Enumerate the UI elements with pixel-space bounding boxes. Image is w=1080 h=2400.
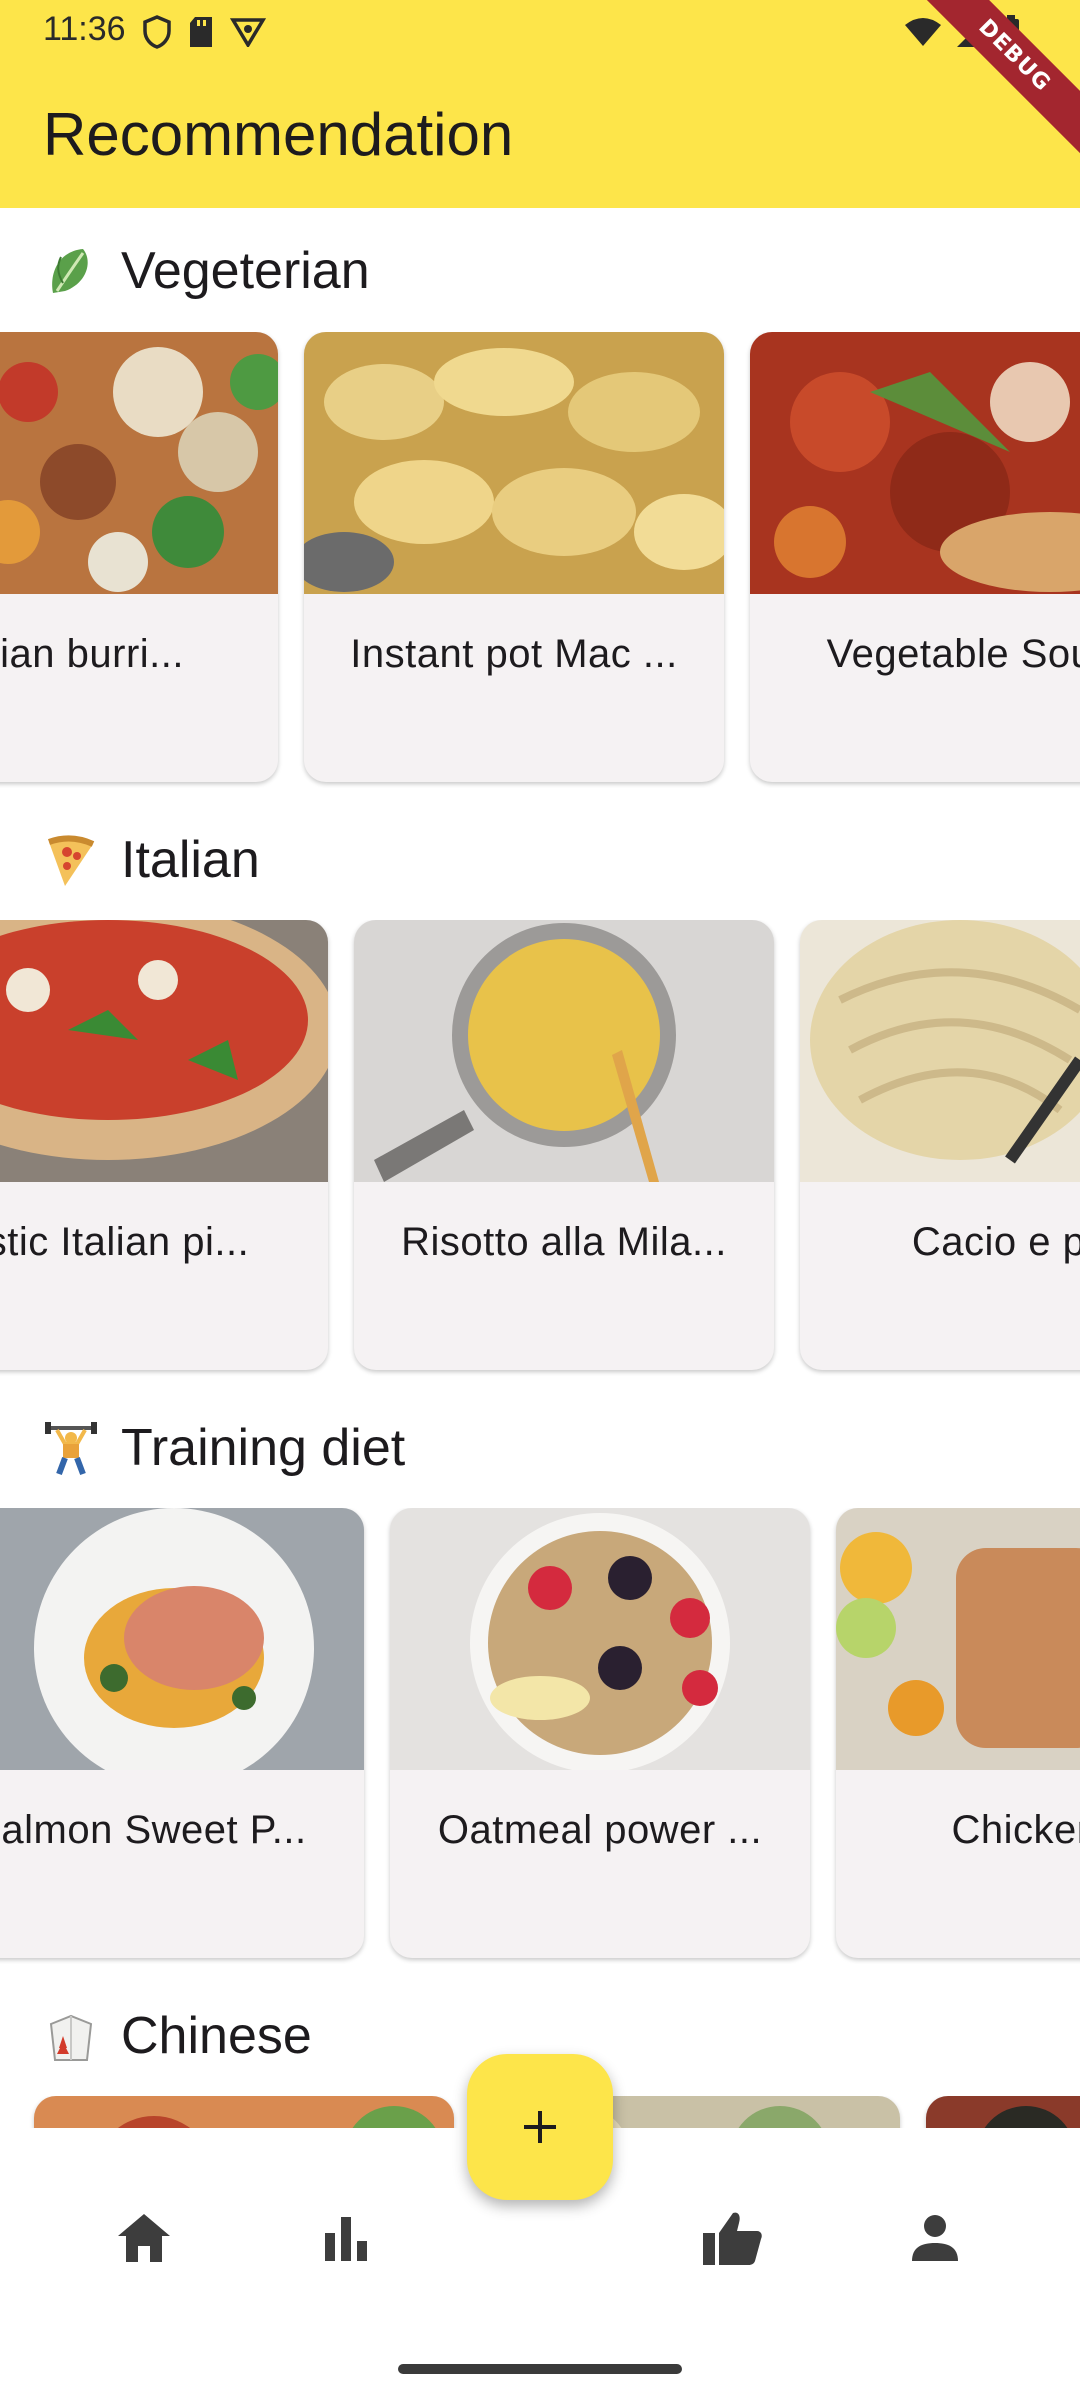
recipe-image <box>800 920 1080 1182</box>
status-time: 11:36 <box>43 10 126 48</box>
recipe-card[interactable]: Cacio e pe <box>800 920 1080 1370</box>
recipe-card[interactable]: Chicken C <box>836 1508 1080 1958</box>
recipe-image <box>0 1508 364 1770</box>
thumbs-up-icon <box>703 2212 762 2265</box>
section-title: Training diet <box>121 1419 406 1477</box>
recipe-card[interactable]: stic Italian pi... <box>0 920 328 1370</box>
recipe-title: Vegetable Sou <box>826 632 1080 676</box>
vpn-triangle-icon <box>230 18 266 47</box>
pizza-icon <box>47 835 95 886</box>
add-recipe-fab[interactable] <box>467 2054 613 2200</box>
nav-stats[interactable] <box>306 2198 386 2278</box>
person-icon <box>912 2215 958 2261</box>
recipe-card[interactable] <box>926 2096 1080 2128</box>
recipe-image <box>0 920 328 1182</box>
bar-chart-icon <box>325 2217 367 2261</box>
recipe-card[interactable] <box>34 2096 454 2128</box>
nav-recommendation[interactable] <box>692 2198 772 2278</box>
sd-card-icon <box>190 17 212 47</box>
section-header-training-diet: Training diet <box>43 1408 405 1488</box>
status-icons-left <box>142 12 266 52</box>
section-header-italian: Italian <box>43 820 260 900</box>
leafy-green-icon <box>52 249 88 293</box>
app-bar: 11:36 Recommendation DEBUG <box>0 0 1080 208</box>
gesture-bar[interactable] <box>398 2364 682 2374</box>
wifi-icon <box>905 18 941 46</box>
takeout-box-icon <box>49 2014 93 2061</box>
nav-profile[interactable] <box>895 2198 975 2278</box>
recipe-card[interactable]: Risotto alla Mila... <box>354 920 774 1370</box>
recipe-title: Instant pot Mac ... <box>350 632 678 676</box>
plus-icon <box>524 2111 556 2143</box>
nav-home[interactable] <box>104 2198 184 2278</box>
shield-icon <box>143 15 171 49</box>
section-title: Italian <box>121 831 260 889</box>
recipe-title: Oatmeal power ... <box>437 1808 763 1852</box>
recipe-title: stic Italian pi... <box>0 1220 250 1264</box>
section-header-vegeterian: Vegeterian <box>43 231 370 311</box>
recipe-row-italian[interactable]: stic Italian pi... Risotto alla Mila... … <box>0 920 1080 1376</box>
section-header-chinese: Chinese <box>43 1996 312 2076</box>
recipe-image <box>390 1508 810 1770</box>
recipe-title: Chicken C <box>951 1808 1080 1852</box>
home-icon <box>118 2214 170 2262</box>
recipe-title: tarian burri... <box>0 632 185 676</box>
weight-lifter-icon <box>45 1422 97 1476</box>
recipe-row-training-diet[interactable]: almon Sweet P... Oatmeal power ... Chick… <box>0 1508 1080 1964</box>
recipe-title: Risotto alla Mila... <box>401 1220 727 1264</box>
recipe-row-vegeterian[interactable]: tarian burri... Instant pot Mac ... Vege… <box>0 332 1080 788</box>
recipe-image <box>34 2096 454 2128</box>
section-title: Vegeterian <box>121 242 370 300</box>
recipe-image <box>354 920 774 1182</box>
section-title: Chinese <box>121 2007 312 2065</box>
recipe-image <box>304 332 724 594</box>
recipe-title: Cacio e pe <box>911 1220 1080 1264</box>
recipe-card[interactable]: Oatmeal power ... <box>390 1508 810 1958</box>
recipe-card[interactable]: Instant pot Mac ... <box>304 332 724 782</box>
recipe-card[interactable]: Vegetable Sou <box>750 332 1080 782</box>
page-title: Recommendation <box>43 101 514 168</box>
recipe-card[interactable]: almon Sweet P... <box>0 1508 364 1958</box>
recipe-image <box>750 332 1080 594</box>
recipe-image <box>926 2096 1080 2128</box>
recipe-card[interactable]: tarian burri... <box>0 332 278 782</box>
recipe-title: almon Sweet P... <box>1 1808 307 1852</box>
recipe-image <box>0 332 278 594</box>
recipe-image <box>836 1508 1080 1770</box>
